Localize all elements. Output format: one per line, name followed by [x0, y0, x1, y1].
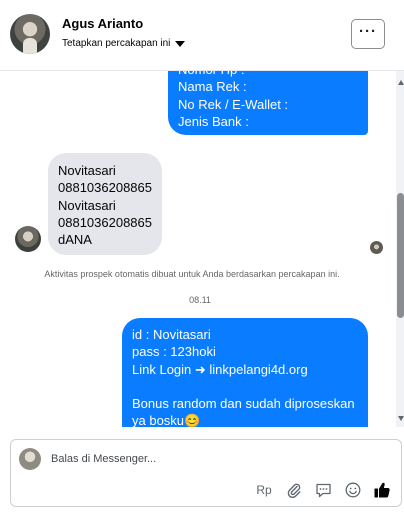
- conversation-header: Agus Arianto Tetapkan percakapan ini ···: [0, 0, 404, 71]
- message-timestamp: 08.11: [189, 295, 211, 305]
- message-thread[interactable]: Nomor Hp : Nama Rek : No Rek / E-Wallet …: [0, 71, 396, 427]
- scrollbar-thumb[interactable]: [397, 193, 404, 318]
- payment-button[interactable]: Rp: [253, 480, 275, 500]
- saved-reply-button[interactable]: [312, 480, 334, 500]
- page-avatar: [19, 448, 41, 470]
- seen-indicator-avatar: [370, 241, 383, 254]
- reply-input[interactable]: [51, 450, 351, 468]
- contact-name[interactable]: Agus Arianto: [62, 16, 143, 31]
- outgoing-message[interactable]: Nomor Hp : Nama Rek : No Rek / E-Wallet …: [168, 71, 368, 135]
- caret-down-icon: [175, 40, 186, 47]
- more-options-icon: ···: [359, 22, 377, 40]
- conversation-setting-dropdown[interactable]: Tetapkan percakapan ini: [62, 38, 186, 49]
- contact-avatar[interactable]: [10, 14, 50, 54]
- paperclip-icon: [287, 483, 301, 498]
- scroll-up-arrow-icon[interactable]: [398, 80, 404, 85]
- emoji-button[interactable]: [342, 480, 364, 500]
- attach-button[interactable]: [283, 480, 305, 500]
- conversation-setting-label: Tetapkan percakapan ini: [62, 38, 171, 49]
- like-button[interactable]: [371, 480, 393, 500]
- scroll-down-arrow-icon[interactable]: [398, 416, 404, 421]
- thumbs-up-icon: [374, 482, 390, 498]
- system-note: Aktivitas prospek otomatis dibuat untuk …: [44, 269, 340, 279]
- payment-icon: Rp: [256, 483, 272, 497]
- reply-composer: Rp: [10, 439, 402, 507]
- outgoing-message[interactable]: id : Novitasari pass : 123hoki Link Logi…: [122, 318, 368, 427]
- saved-reply-icon: [315, 483, 331, 498]
- sender-avatar: [15, 226, 41, 252]
- emoji-icon: [345, 482, 361, 498]
- incoming-message[interactable]: Novitasari 0881036208865 Novitasari 0881…: [48, 153, 162, 255]
- more-options-button[interactable]: ···: [351, 19, 385, 49]
